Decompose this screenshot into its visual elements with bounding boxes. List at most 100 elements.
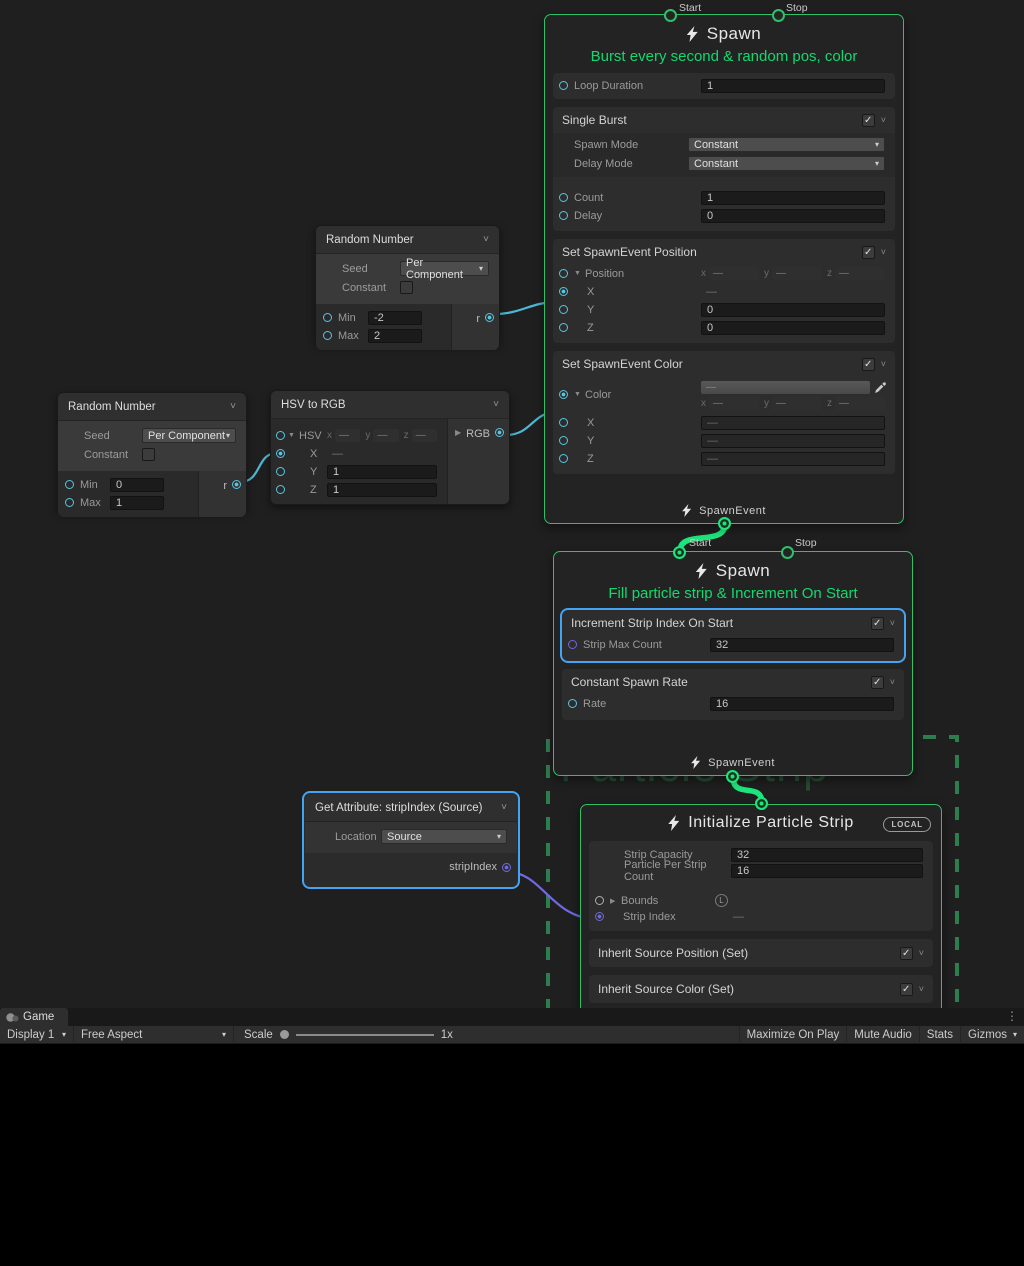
color-z-minifield[interactable]: — [835,397,885,410]
block-constant-spawn-rate[interactable]: Constant Spawn Rate ✓ ˅ Rate 16 [562,669,904,720]
aspect-dropdown[interactable]: Free Aspect▾ [74,1026,234,1044]
maximize-on-play-button[interactable]: Maximize On Play [739,1026,847,1044]
rgb-output-port[interactable] [495,428,504,437]
collapse-chevron-icon[interactable]: ˅ [890,677,895,687]
position-z-minifield[interactable]: — [835,267,885,280]
min-port[interactable] [323,313,332,322]
scale-slider-track[interactable] [296,1034,434,1036]
collapse-chevron-icon[interactable]: ˅ [919,984,924,994]
max-port[interactable] [65,498,74,507]
collapse-chevron-icon[interactable]: ˅ [881,247,886,257]
flow-port-spawnevent-out[interactable] [726,770,739,783]
flow-port-initialize-in[interactable] [755,797,768,810]
loop-duration-port[interactable] [559,81,568,90]
constant-checkbox[interactable] [400,281,413,294]
random-number-node-hue[interactable]: Random Number˅ Seed Per Component▾ Const… [57,392,247,512]
local-space-badge[interactable]: LOCAL [883,817,931,832]
color-y-port[interactable] [559,436,568,445]
block-enabled-checkbox[interactable]: ✓ [900,947,913,960]
output-expander-icon[interactable]: ▶ [455,428,461,437]
delay-field[interactable]: 0 [701,209,885,223]
color-swatch-field[interactable]: — [701,381,870,394]
color-x-port[interactable] [559,418,568,427]
display-dropdown[interactable]: Display 1▾ [0,1026,74,1044]
position-x-minifield[interactable]: — [709,267,759,280]
tab-game[interactable]: Game [0,1008,68,1026]
flow-port-start-connected[interactable] [673,546,686,559]
block-enabled-checkbox[interactable]: ✓ [871,617,884,630]
strip-max-count-port[interactable] [568,640,577,649]
color-port-connected[interactable] [559,390,568,399]
flow-port-spawnevent-out[interactable] [718,517,731,530]
eyedropper-icon[interactable] [874,381,887,394]
block-inherit-source-color[interactable]: Inherit Source Color (Set) ✓ ˅ [589,975,933,1003]
hsv-to-rgb-node[interactable]: HSV to RGB˅ ▼ HSV x— y— z— X — Y 1 [270,390,510,505]
min-field[interactable]: 0 [110,478,164,492]
position-z-port[interactable] [559,323,568,332]
hsv-y-port[interactable] [276,467,285,476]
stats-button[interactable]: Stats [919,1026,960,1044]
seed-dropdown[interactable]: Per Component▾ [400,261,489,276]
collapse-chevron-icon[interactable]: ˅ [881,115,886,125]
collapse-chevron-icon[interactable]: ˅ [919,948,924,958]
block-loop-duration[interactable]: Loop Duration 1 [553,73,895,99]
flow-port-stop[interactable] [781,546,794,559]
max-port[interactable] [323,331,332,340]
block-enabled-checkbox[interactable]: ✓ [900,983,913,996]
block-enabled-checkbox[interactable]: ✓ [871,676,884,689]
flow-port-stop[interactable] [772,9,785,22]
get-attribute-node[interactable]: Get Attribute: stripIndex (Source)˅ Loca… [304,793,518,887]
kebab-menu-icon[interactable]: ⋮ [1006,1009,1018,1023]
strip-max-count-field[interactable]: 32 [710,638,894,652]
rate-field[interactable]: 16 [710,697,894,711]
flow-port-start[interactable] [664,9,677,22]
expander-icon[interactable]: ▼ [574,391,585,398]
block-single-burst[interactable]: Single Burst ✓ ˅ Spawn Mode Constant▾ De… [553,107,895,231]
position-y-port[interactable] [559,305,568,314]
collapse-chevron-icon[interactable]: ˅ [501,802,507,813]
constant-checkbox[interactable] [142,448,155,461]
strip-index-port-connected[interactable] [595,912,604,921]
position-port[interactable] [559,269,568,278]
min-port[interactable] [65,480,74,489]
block-increment-strip-index[interactable]: Increment Strip Index On Start ✓ ˅ Strip… [562,610,904,661]
hsv-y-minifield[interactable]: — [373,429,398,442]
collapse-chevron-icon[interactable]: ˅ [881,359,886,369]
hsv-x-minifield[interactable]: — [335,429,360,442]
block-enabled-checkbox[interactable]: ✓ [862,246,875,259]
scale-slider-knob[interactable] [280,1030,289,1039]
stripindex-output-port[interactable] [502,863,511,872]
delay-mode-dropdown[interactable]: Constant▾ [688,156,885,171]
spawn-mode-dropdown[interactable]: Constant▾ [688,137,885,152]
expander-icon[interactable]: ▼ [574,270,585,277]
max-field[interactable]: 1 [110,496,164,510]
hsv-y-field[interactable]: 1 [327,465,437,479]
min-field[interactable]: -2 [368,311,422,325]
count-port[interactable] [559,193,568,202]
collapse-chevron-icon[interactable]: ˅ [493,399,499,410]
block-set-spawnevent-color[interactable]: Set SpawnEvent Color ✓ ˅ ▼ Color — x— y—… [553,351,895,474]
random-output-port[interactable] [232,480,241,489]
delay-port[interactable] [559,211,568,220]
block-inherit-source-position[interactable]: Inherit Source Position (Set) ✓ ˅ [589,939,933,967]
strip-capacity-field[interactable]: 32 [731,848,923,862]
color-x-minifield[interactable]: — [709,397,759,410]
block-enabled-checkbox[interactable]: ✓ [862,358,875,371]
expander-icon[interactable]: ▼ [288,432,299,439]
max-field[interactable]: 2 [368,329,422,343]
hsv-z-minifield[interactable]: — [412,429,437,442]
count-field[interactable]: 1 [701,191,885,205]
random-output-port[interactable] [485,313,494,322]
seed-dropdown[interactable]: Per Component▾ [142,428,236,443]
initialize-particle-strip-context[interactable]: Initialize Particle Strip LOCAL Strip Ca… [580,804,942,1014]
bounds-port[interactable] [595,896,604,905]
spawn-burst-context[interactable]: Spawn Burst every second & random pos, c… [544,14,904,524]
position-x-port-connected[interactable] [559,287,568,296]
collapse-chevron-icon[interactable]: ˅ [230,401,236,412]
position-y-minifield[interactable]: — [772,267,822,280]
position-y-field[interactable]: 0 [701,303,885,317]
game-viewport[interactable] [0,1044,1024,1266]
position-z-field[interactable]: 0 [701,321,885,335]
hsv-z-field[interactable]: 1 [327,483,437,497]
rate-port[interactable] [568,699,577,708]
